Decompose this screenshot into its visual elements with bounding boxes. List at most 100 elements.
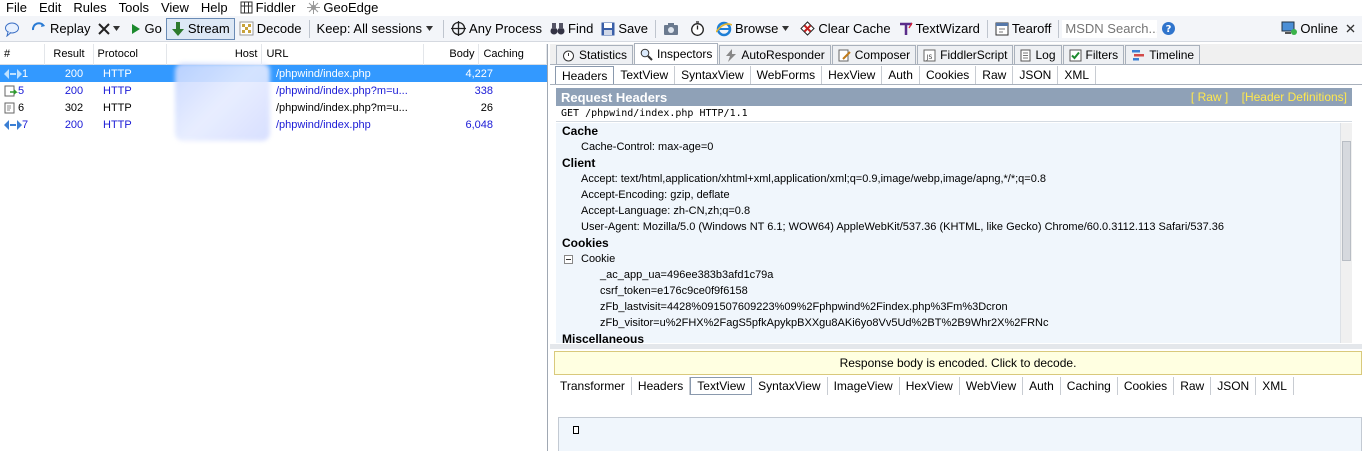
play-icon — [132, 23, 141, 34]
cookie-node[interactable]: Cookie — [556, 251, 1340, 267]
find-button[interactable]: Find — [546, 18, 597, 40]
response-tab-imageview[interactable]: ImageView — [828, 377, 900, 395]
decode-button[interactable]: Decode — [235, 18, 306, 40]
header-item[interactable]: Accept-Language: zh-CN,zh;q=0.8 — [556, 203, 1340, 219]
tearoff-button[interactable]: Tearoff — [991, 18, 1056, 40]
response-tab-hexview[interactable]: HexView — [900, 377, 960, 395]
session-row[interactable]: 5 200 HTTP /phpwind/index.php?m=u... 338 — [0, 82, 547, 99]
remove-button[interactable] — [94, 18, 127, 40]
clear-cache-label: Clear Cache — [818, 21, 891, 36]
tab-filters[interactable]: Filters — [1062, 45, 1125, 64]
comment-button[interactable] — [0, 18, 27, 40]
scrollbar-thumb[interactable] — [1342, 141, 1351, 261]
response-tab-caching[interactable]: Caching — [1061, 377, 1118, 395]
msdn-search-input[interactable] — [1062, 19, 1158, 38]
response-textview[interactable] — [558, 417, 1362, 451]
response-tab-syntaxview[interactable]: SyntaxView — [752, 377, 828, 395]
textwizard-button[interactable]: TextWizard — [895, 18, 984, 40]
column-protocol[interactable]: Protocol — [94, 43, 167, 65]
stream-button[interactable]: Stream — [165, 17, 235, 40]
panel-splitter[interactable] — [550, 344, 1362, 349]
request-tab-raw[interactable]: Raw — [976, 66, 1014, 84]
header-item[interactable]: Cache-Control: max-age=0 — [556, 139, 1340, 155]
request-tab-json[interactable]: JSON — [1013, 66, 1059, 84]
request-tab-hexview[interactable]: HexView — [822, 66, 883, 84]
response-tab-raw[interactable]: Raw — [1174, 377, 1212, 395]
request-tab-cookies[interactable]: Cookies — [920, 66, 977, 84]
help-button[interactable]: ? — [1157, 18, 1183, 40]
column-url[interactable]: URL — [262, 43, 425, 65]
save-button[interactable]: Save — [597, 18, 652, 40]
tab-inspectors[interactable]: Inspectors — [634, 43, 719, 64]
response-tab-auth[interactable]: Auth — [1023, 377, 1061, 395]
column-host[interactable]: Host — [167, 43, 263, 65]
menu-edit[interactable]: Edit — [33, 0, 67, 15]
online-indicator[interactable]: Online — [1277, 18, 1342, 40]
clear-cache-button[interactable]: Clear Cache — [796, 18, 894, 40]
replay-button[interactable]: Replay — [27, 18, 94, 40]
session-url: /phpwind/index.php?m=u... — [276, 84, 408, 97]
any-process-button[interactable]: Any Process — [447, 18, 546, 40]
decode-banner[interactable]: Response body is encoded. Click to decod… — [554, 351, 1362, 375]
tab-autoresponder[interactable]: AutoResponder — [719, 45, 831, 64]
tab-log[interactable]: Log — [1014, 45, 1062, 64]
header-item[interactable]: Accept-Encoding: gzip, deflate — [556, 187, 1340, 203]
crosshair-icon — [451, 21, 467, 36]
timer-button[interactable] — [686, 18, 712, 40]
browse-button[interactable]: Browse — [712, 18, 796, 40]
header-group-cookies[interactable]: Cookies — [556, 235, 1340, 251]
request-tab-webforms[interactable]: WebForms — [751, 66, 823, 84]
header-group-miscellaneous[interactable]: Miscellaneous — [556, 331, 1340, 343]
cookie-item[interactable]: csrf_token=e176c9ce0f9f6158 — [556, 283, 1340, 299]
response-tab-transformer[interactable]: Transformer — [554, 377, 632, 395]
menu-fiddler[interactable]: Fiddler — [234, 0, 302, 15]
request-tab-textview[interactable]: TextView — [614, 66, 676, 84]
session-row[interactable]: 6 302 HTTP /phpwind/index.php?m=u... 26 — [0, 99, 547, 116]
response-tab-xml[interactable]: XML — [1256, 377, 1294, 395]
tab-fiddlerscript[interactable]: JS FiddlerScript — [917, 45, 1014, 64]
session-url: /phpwind/index.php — [276, 118, 371, 131]
screenshot-button[interactable] — [659, 18, 686, 40]
column-body[interactable]: Body — [424, 43, 480, 65]
session-number-cell: 6 — [0, 102, 47, 114]
menu-tools[interactable]: Tools — [113, 0, 155, 15]
menu-help[interactable]: Help — [195, 0, 234, 15]
menu-view[interactable]: View — [155, 0, 195, 15]
request-tree-scrollbar[interactable] — [1340, 123, 1352, 343]
session-result: 200 — [64, 84, 84, 97]
tab-timeline[interactable]: Timeline — [1125, 45, 1201, 64]
response-tab-json[interactable]: JSON — [1211, 377, 1257, 395]
menu-rules[interactable]: Rules — [67, 0, 112, 15]
tab-composer[interactable]: Composer — [831, 45, 917, 64]
response-tab-headers[interactable]: Headers — [632, 377, 691, 395]
session-row[interactable]: 1 200 HTTP /phpwind/index.php 4,227 — [0, 65, 547, 82]
header-item[interactable]: User-Agent: Mozilla/5.0 (Windows NT 6.1;… — [556, 219, 1340, 235]
request-tab-headers[interactable]: Headers — [555, 66, 615, 84]
request-tab-syntaxview[interactable]: SyntaxView — [675, 66, 751, 84]
response-tab-cookies[interactable]: Cookies — [1118, 377, 1175, 395]
cookie-item[interactable]: _ac_app_ua=496ee383b3afd1c79a — [556, 267, 1340, 283]
column-number[interactable]: # — [0, 43, 46, 65]
menu-file[interactable]: File — [0, 0, 33, 15]
menu-geoedge[interactable]: GeoEdge — [301, 0, 384, 15]
close-toolbar-button[interactable] — [1342, 18, 1362, 40]
tab-statistics[interactable]: Statistics — [556, 45, 634, 64]
cookie-item[interactable]: zFb_lastvisit=4428%091507609223%09%2Fphp… — [556, 299, 1340, 315]
request-tab-xml[interactable]: XML — [1058, 66, 1097, 84]
cookie-item[interactable]: zFb_visitor=u%2FHX%2FagS5pfkApykpBXXgu8A… — [556, 315, 1340, 331]
header-group-client[interactable]: Client — [556, 155, 1340, 171]
request-tab-auth[interactable]: Auth — [882, 66, 920, 84]
response-tab-textview[interactable]: TextView — [690, 377, 753, 395]
header-item[interactable]: Accept: text/html,application/xhtml+xml,… — [556, 171, 1340, 187]
keep-sessions-dropdown[interactable]: Keep: All sessions — [313, 18, 441, 40]
raw-link[interactable]: [ Raw ] — [1191, 90, 1228, 104]
header-definitions-link[interactable]: [Header Definitions] — [1242, 90, 1347, 104]
collapse-minus-icon[interactable] — [564, 254, 573, 264]
response-tab-webview[interactable]: WebView — [960, 377, 1024, 395]
session-row[interactable]: 7 200 HTTP /phpwind/index.php 6,048 — [0, 116, 547, 133]
session-number-cell: 5 — [0, 85, 47, 97]
column-caching[interactable]: Caching — [479, 43, 547, 65]
go-button[interactable]: Go — [127, 18, 165, 40]
column-result[interactable]: Result — [45, 43, 94, 65]
header-group-cache[interactable]: Cache — [556, 123, 1340, 139]
